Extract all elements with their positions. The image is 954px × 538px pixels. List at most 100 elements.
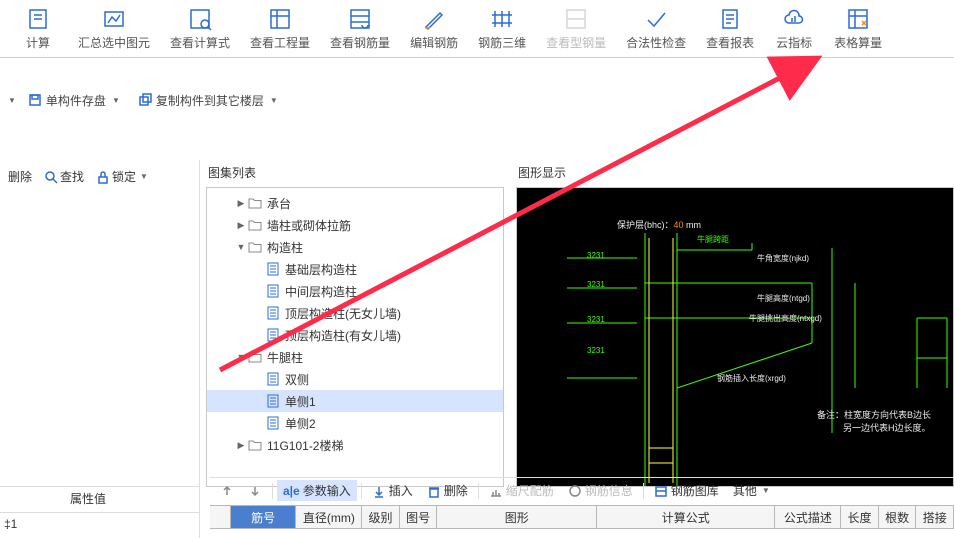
insert-label: 插入 [389,482,413,499]
copy-icon [138,93,152,107]
note-1: 备注：柱宽度方向代表B边长 [817,408,931,421]
column-header[interactable]: 根数 [879,506,917,529]
copy-floors-button[interactable]: 复制构件到其它楼层 ▼ [132,89,284,112]
scale-icon [489,484,503,498]
lock-button[interactable]: 锁定 ▼ [92,166,152,187]
table-calc-button[interactable]: 表格算量 [824,0,892,57]
tree-label: 顶层构造柱(无女儿墙) [285,305,401,322]
tree-label: 承台 [267,195,291,212]
lock-label: 锁定 [112,168,136,185]
drawing-lines [517,188,953,486]
param-input-button[interactable]: a|e 参数输入 [277,480,357,501]
bottom-toolbar: a|e 参数输入 插入 删除 缩尺配筋 钢筋信息 钢筋图库 其他 ▼ [210,477,954,503]
tree-item[interactable]: 顶层构造柱(无女儿墙) [207,302,503,324]
dim-label: 牛腿高度(ntgd) [757,293,810,304]
save-single-button[interactable]: 单构件存盘 ▼ [22,89,126,112]
column-header[interactable]: 图号 [400,506,438,529]
delete-icon [427,484,441,498]
delete-button[interactable]: 删除 [4,166,36,187]
table-calc-icon [846,6,870,32]
param-label: 参数输入 [303,482,351,499]
document-icon [265,283,281,299]
column-header[interactable]: 直径(mm) [296,506,362,529]
ribbon-label: 汇总选中图元 [78,34,150,51]
tree-item[interactable]: 单侧1 [207,390,503,412]
tree-item[interactable]: ▼ 牛腿柱 [207,346,503,368]
atlas-tree[interactable]: ▶ 承台 ▶ 墙柱或砌体拉筋 ▼构造柱基础层构造柱中间层构造柱顶层构造柱(无女儿墙) 顶层… [206,187,504,487]
ribbon-label: 查看钢筋量 [330,34,390,51]
tree-item[interactable]: ▶11G101-2楼梯 [207,434,503,456]
tree-item[interactable]: 中间层构造柱 [207,280,503,302]
expand-icon[interactable]: ▶ [235,440,247,451]
column-header[interactable]: 计算公式 [597,506,775,529]
find-label: 查找 [60,168,84,185]
legal-check-button[interactable]: 合法性检查 [616,0,696,57]
rebar-info-button: 钢筋信息 [562,480,639,501]
column-header[interactable]: 公式描述 [775,506,841,529]
graphic-title: 图形显示 [516,160,954,187]
property-row-label: ‡1 [4,517,17,531]
rebar-3d-button[interactable]: 钢筋三维 [468,0,536,57]
tree-item[interactable]: 双侧 [207,368,503,390]
expand-icon[interactable]: ▶ [235,198,247,209]
calc-icon [26,6,50,32]
expand-icon[interactable]: ▼ [235,242,247,252]
ribbon-label: 云指标 [776,34,812,51]
view-report-button[interactable]: 查看报表 [696,0,764,57]
dim-label: 牛腿挑出高度(ntxgd) [749,313,822,324]
view-qty-button[interactable]: 查看工程量 [240,0,320,57]
tree-item[interactable]: 单侧2 [207,412,503,434]
calc-button[interactable]: 计算 [8,0,68,57]
folder-icon [247,195,263,211]
property-header: 属性值 [0,486,200,510]
nav-down-button[interactable] [242,482,268,500]
view-qty-icon [268,6,292,32]
cloud-index-button[interactable]: 云指标 [764,0,824,57]
tree-item[interactable]: 基础层构造柱 [207,258,503,280]
tree-item[interactable]: ▶ 墙柱或砌体拉筋 [207,214,503,236]
nav-up-button[interactable] [214,482,240,500]
view-rebar-icon [348,6,372,32]
column-header[interactable]: 图形 [437,506,597,529]
tree-item[interactable]: ▶ 承台 [207,192,503,214]
chevron-down-icon: ▼ [270,96,278,105]
document-icon [265,261,281,277]
rebar-lib-button[interactable]: 钢筋图库 [648,480,725,501]
search-icon [44,170,58,184]
expand-icon[interactable]: ▼ [235,352,247,362]
view-rebar-button[interactable]: 查看钢筋量 [320,0,400,57]
tree-item[interactable]: ▼构造柱 [207,236,503,258]
document-icon [265,393,281,409]
rebar-table-header: 筋号直径(mm)级别图号图形计算公式公式描述长度根数搭接 [210,505,954,529]
document-icon [265,305,281,321]
column-header[interactable]: 筋号 [231,506,297,529]
view-formula-icon [188,6,212,32]
sum-selected-button[interactable]: 汇总选中图元 [68,0,160,57]
column-header[interactable]: 搭接 [916,506,954,529]
view-formula-button[interactable]: 查看计算式 [160,0,240,57]
expand-icon[interactable]: ▶ [235,220,247,231]
insert-button[interactable]: 插入 [366,480,419,501]
tree-label: 墙柱或砌体拉筋 [267,217,351,234]
legal-check-icon [644,6,668,32]
library-icon [654,484,668,498]
copy-floors-label: 复制构件到其它楼层 [156,92,264,109]
column-header[interactable]: 级别 [362,506,400,529]
save-single-label: 单构件存盘 [46,92,106,109]
document-icon [265,415,281,431]
delete-label: 删除 [8,168,32,185]
other-button[interactable]: 其他 ▼ [727,480,776,501]
drawing-canvas[interactable]: 保护层(bhc)：40 mm [516,187,954,487]
tree-item[interactable]: 顶层构造柱(有女儿墙) [207,324,503,346]
property-row[interactable]: ‡1 [0,512,200,534]
tree-label: 牛腿柱 [267,349,303,366]
sub-toolbar: ▼ 单构件存盘 ▼ 复制构件到其它楼层 ▼ [0,80,954,120]
delete-row-button[interactable]: 删除 [421,480,474,501]
ribbon-toolbar: 计算汇总选中图元查看计算式查看工程量查看钢筋量编辑钢筋钢筋三维查看型钢量合法性检… [0,0,954,58]
property-header-label: 属性值 [70,490,106,507]
dropdown-icon[interactable]: ▼ [8,96,16,105]
edit-rebar-button[interactable]: 编辑钢筋 [400,0,468,57]
find-button[interactable]: 查找 [40,166,88,187]
column-header[interactable]: 长度 [841,506,879,529]
tree-label: 基础层构造柱 [285,261,357,278]
